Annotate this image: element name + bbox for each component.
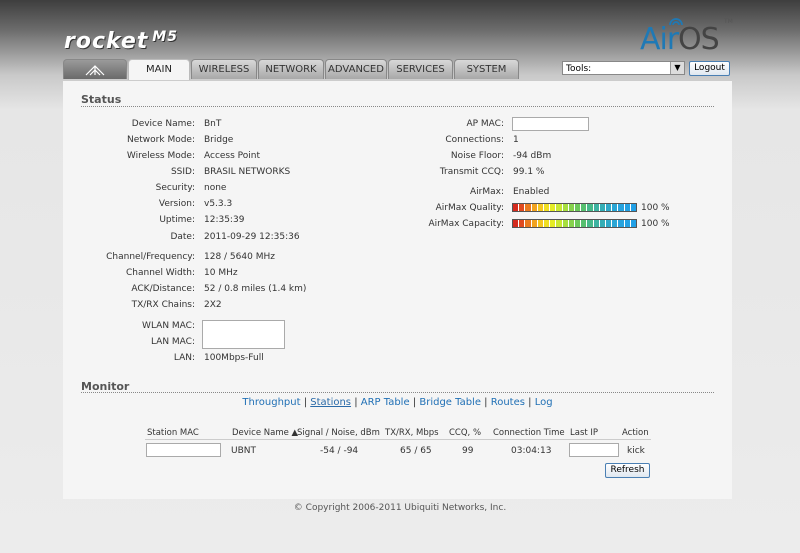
airmax-quality-bar [512,203,637,212]
connections-label: Connections: [445,135,504,145]
wireless-mode-value: Access Point [204,151,261,161]
lan-mac-label: LAN MAC: [150,337,195,347]
version-value: v5.3.3 [204,199,233,209]
trademark: TM [724,18,733,25]
wlan-mac-label: WLAN MAC: [142,321,195,331]
main-panel: Status Device Name: BnT Network Mode: Br… [63,80,732,499]
security-label: Security: [155,183,195,193]
link-arp-table[interactable]: ARP Table [361,397,410,408]
link-log[interactable]: Log [535,397,553,408]
tab-ubiquiti-logo[interactable] [63,59,127,79]
status-divider [81,106,714,107]
monitor-divider [81,392,714,393]
row-device-name: UBNT [231,446,256,456]
rocket-m5-logo: rocket M5 [64,29,178,54]
airmax-quality-label: AirMax Quality: [435,203,504,213]
airos-air-text: Air [640,22,679,57]
connections-value: 1 [513,135,519,145]
row-signal-noise: -54 / -94 [320,446,359,456]
date-label: Date: [170,232,195,242]
ssid-value: BRASIL NETWORKS [204,167,291,177]
last-ip-box [569,443,619,457]
tab-wireless[interactable]: WIRELESS [191,59,257,79]
airos-os-text: OS [678,22,720,57]
status-section-title: Status [81,93,122,106]
product-model: M5 [152,29,178,45]
version-label: Version: [158,199,195,209]
tab-advanced[interactable]: ADVANCED [325,59,387,79]
bar-segment [630,204,637,211]
col-action: Action [622,428,649,438]
airmax-capacity-value: 100 % [641,219,670,229]
col-signal-noise[interactable]: Signal / Noise, dBm [297,428,380,438]
date-value: 2011-09-29 12:35:36 [204,232,300,242]
tab-system[interactable]: SYSTEM [454,59,519,79]
ssid-label: SSID: [170,167,195,177]
product-name: rocket [64,29,149,54]
link-routes[interactable]: Routes [491,397,525,408]
mac-address-box [202,320,285,349]
noise-floor-value: -94 dBm [513,151,552,161]
noise-floor-label: Noise Floor: [450,151,504,161]
row-ccq: 99 [462,446,474,456]
col-station-mac[interactable]: Station MAC [147,428,199,438]
ack-distance-value: 52 / 0.8 miles (1.4 km) [204,284,307,294]
uptime-label: Uptime: [159,215,195,225]
link-throughput[interactable]: Throughput [242,397,300,408]
link-bridge-table[interactable]: Bridge Table [419,397,481,408]
col-last-ip[interactable]: Last IP [570,428,598,438]
channel-frequency-label: Channel/Frequency: [106,252,195,262]
ap-mac-label: AP MAC: [466,119,504,129]
airos-logo: Air OS TM [640,14,733,57]
row-txrx: 65 / 65 [400,446,432,456]
txrx-chains-label: TX/RX Chains: [131,300,195,310]
lan-value: 100Mbps-Full [204,353,264,363]
ap-mac-box [512,117,589,131]
airmax-quality-value: 100 % [641,203,670,213]
col-device-name[interactable]: Device Name ▲ [232,428,298,438]
ack-distance-label: ACK/Distance: [131,284,195,294]
wireless-mode-label: Wireless Mode: [126,151,195,161]
network-mode-label: Network Mode: [127,135,195,145]
transmit-ccq-value: 99.1 % [513,167,545,177]
airmax-capacity-bar [512,219,637,228]
network-mode-value: Bridge [204,135,234,145]
logout-button[interactable]: Logout [689,61,730,76]
security-value: none [204,183,227,193]
tools-select-value: Tools: [566,64,592,74]
airmax-capacity-label: AirMax Capacity: [428,219,504,229]
channel-width-value: 10 MHz [204,268,238,278]
uptime-value: 12:35:39 [204,215,245,225]
ubiquiti-logo-icon [85,65,105,76]
link-stations[interactable]: Stations [310,397,351,408]
row-connection-time: 03:04:13 [511,446,552,456]
device-name-label: Device Name: [131,119,195,129]
tab-services[interactable]: SERVICES [388,59,453,79]
lan-label: LAN: [173,353,195,363]
tab-main[interactable]: MAIN [128,59,190,80]
airmax-value: Enabled [513,187,550,197]
monitor-links: Throughput | Stations | ARP Table | Brid… [242,397,553,408]
device-name-value: BnT [204,119,222,129]
stations-table-header: Station MAC Device Name ▲ Signal / Noise… [145,427,651,440]
airmax-label: AirMax: [470,187,504,197]
tab-network[interactable]: NETWORK [258,59,324,79]
transmit-ccq-label: Transmit CCQ: [439,167,504,177]
kick-link[interactable]: kick [627,446,645,456]
station-mac-box [146,443,221,457]
copyright: © Copyright 2006-2011 Ubiquiti Networks,… [293,503,507,513]
channel-width-label: Channel Width: [126,268,195,278]
channel-frequency-value: 128 / 5640 MHz [204,252,275,262]
col-txrx[interactable]: TX/RX, Mbps [385,428,439,438]
refresh-button[interactable]: Refresh [605,463,650,478]
txrx-chains-value: 2X2 [204,300,222,310]
tools-select[interactable]: Tools: ▼ [562,61,685,75]
col-connection-time[interactable]: Connection Time [493,428,565,438]
bar-segment [630,220,637,227]
chevron-down-icon[interactable]: ▼ [670,62,684,74]
col-ccq[interactable]: CCQ, % [449,428,481,438]
